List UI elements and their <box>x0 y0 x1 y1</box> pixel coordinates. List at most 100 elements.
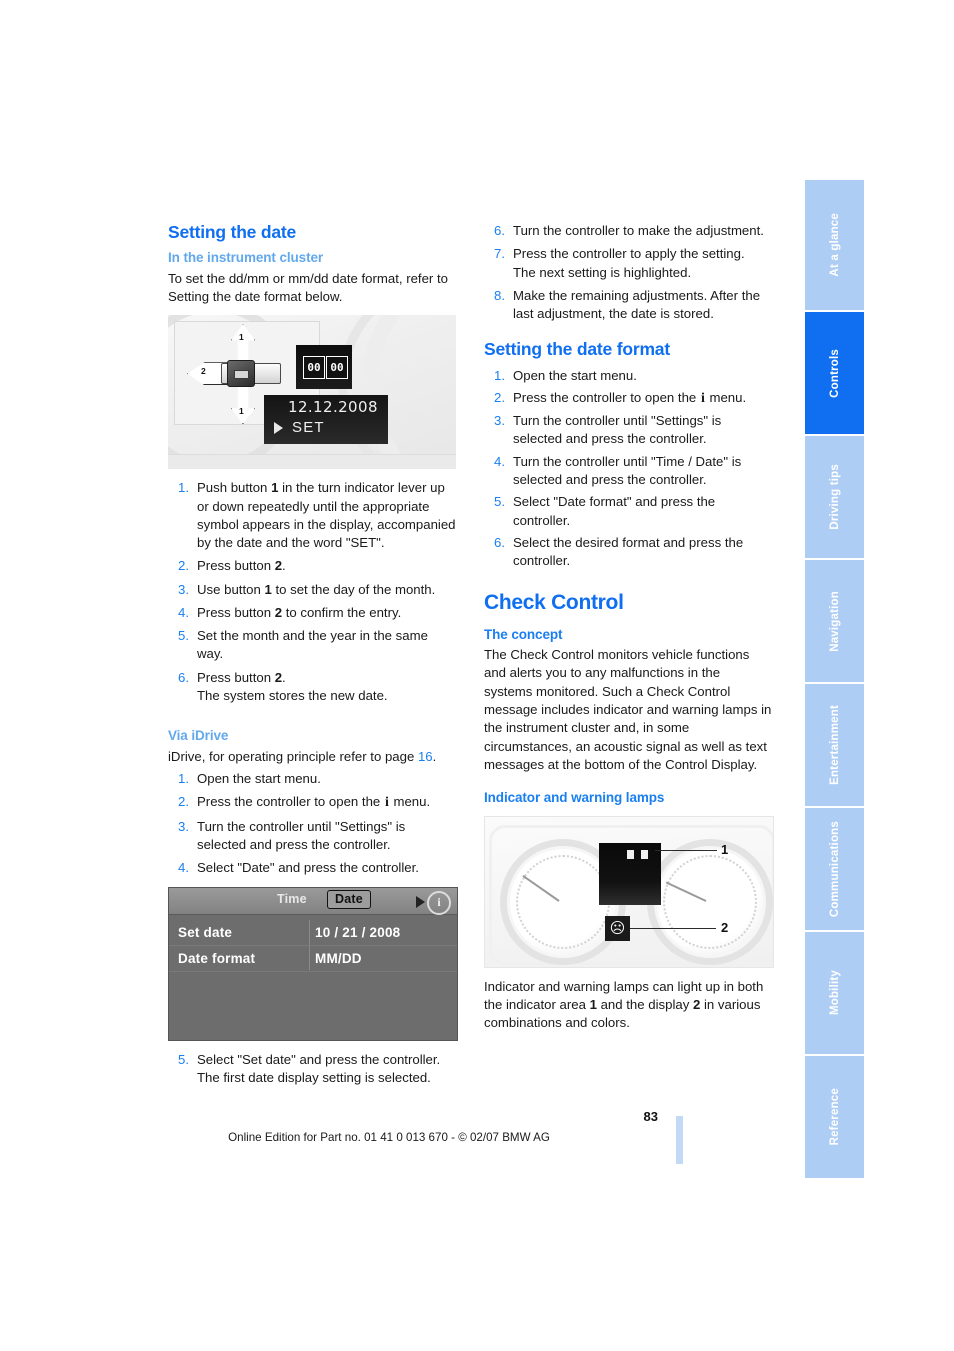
arrow-down-icon <box>231 382 255 425</box>
sidebar-tab-communications[interactable]: Communications <box>805 808 864 930</box>
indicator-lamp-a-icon <box>627 849 634 859</box>
steps-idrive-cont-list: 5. Select "Set date" and press the contro… <box>168 1051 456 1088</box>
list-item-number: 5. <box>494 494 505 510</box>
list-item: 6. Select the desired format and press th… <box>484 534 772 571</box>
intro-paragraph: To set the dd/mm or mm/dd date format, r… <box>168 270 448 304</box>
list-item: 2. Press button 2. <box>168 557 456 575</box>
info-icon[interactable]: i <box>427 890 451 915</box>
callout-2-lever: 2 <box>201 366 206 377</box>
list-item-number: 1. <box>178 771 189 787</box>
list-item: 5. Select "Set date" and press the contro… <box>168 1051 456 1088</box>
cluster-base <box>168 454 456 470</box>
sidebar-tab-navigation[interactable]: Navigation <box>805 560 864 682</box>
list-item-text: Press the controller to open the i menu. <box>513 389 747 406</box>
sidebar-tab-at-a-glance[interactable]: At a glance <box>805 180 864 310</box>
indicator-lamp-b-icon <box>641 849 648 859</box>
list-item-number: 6. <box>494 223 505 238</box>
idrive-row[interactable]: Date format MM/DD <box>169 946 457 972</box>
steps-cluster-list: 1. Push button 1 in the turn indicator le… <box>168 479 456 705</box>
list-item: 1. Open the start menu. <box>484 367 772 385</box>
idrive-row-list: Set date 10 / 21 / 2008 Date format MM/DD <box>169 915 457 972</box>
list-item-text: Press button 2 to confirm the entry. <box>197 604 402 620</box>
lever-button-knob <box>227 360 255 388</box>
page-title: Setting the date <box>168 222 297 242</box>
steps-idrive-list: 1. Open the start menu. 2. Press the contro… <box>168 770 456 878</box>
list-item: 4. Turn the controller until "Time / Date… <box>484 453 772 490</box>
list-item: 3. Turn the controller until "Settings" i… <box>484 412 772 449</box>
chevron-right-icon[interactable] <box>416 895 425 908</box>
list-item-text: Open the start menu. <box>513 367 637 383</box>
sidebar-tab-label: At a glance <box>828 213 841 277</box>
list-item-number: 4. <box>178 604 189 620</box>
subheading-the-concept: The concept <box>484 626 563 642</box>
list-item-text: Make the remaining adjustments. After th… <box>513 287 761 322</box>
page-number: 83 <box>643 1109 658 1124</box>
list-item-number: 3. <box>494 413 505 429</box>
tab-date-selected[interactable]: Date <box>327 889 371 909</box>
list-item-number: 3. <box>178 581 189 597</box>
segment-left: 00 <box>303 356 325 380</box>
list-item: 2. Press the controller to open the i men… <box>168 793 456 812</box>
list-item-number: 2. <box>494 389 505 405</box>
sidebar-tab-label: Communications <box>828 820 841 918</box>
heading-check-control: Check Control <box>484 591 624 615</box>
sidebar-tab-mobility[interactable]: Mobility <box>805 932 864 1054</box>
sidebar-tab-label: Driving tips <box>828 464 841 530</box>
list-item-text: Turn the controller until "Time / Date" … <box>513 453 742 488</box>
subheading-instrument-cluster: In the instrument cluster <box>168 250 324 266</box>
list-item-text: Press the controller to open the i menu. <box>197 794 431 811</box>
sidebar-tab-entertainment[interactable]: Entertainment <box>805 684 864 806</box>
list-item: 7. Press the controller to apply the sett… <box>484 245 772 282</box>
list-item-number: 2. <box>178 794 189 810</box>
tab-time[interactable]: Time <box>277 892 307 906</box>
list-item-text: Press button 2. The system stores the new… <box>197 669 388 704</box>
list-item: 1. Open the start menu. <box>168 770 456 788</box>
list-item-text: Open the start menu. <box>197 771 321 787</box>
idrive-row-value: 10 / 21 / 2008 <box>315 924 401 940</box>
idrive-row[interactable]: Set date 10 / 21 / 2008 <box>169 920 457 946</box>
sidebar-tab-label: Mobility <box>828 970 841 1016</box>
warning-lamp-icon: ☹ <box>605 915 630 941</box>
list-item-number: 4. <box>494 453 505 469</box>
sidebar-tab-reference[interactable]: Reference <box>805 1056 864 1178</box>
list-item: 4. Select "Date" and press the controller… <box>168 859 456 877</box>
subheading-indicator-warning-lamps: Indicator and warning lamps <box>484 790 665 806</box>
list-item: 5. Select "Date format" and press the con… <box>484 493 772 530</box>
segment-right: 00 <box>326 356 348 380</box>
idrive-intro-period: . <box>432 748 437 764</box>
callout-2-cluster: 2 <box>721 919 729 935</box>
list-item: 3. Use button 1 to set the day of the mon… <box>168 581 456 599</box>
list-item-number: 2. <box>178 558 189 574</box>
list-item-number: 5. <box>178 628 189 644</box>
sidebar-tab-driving-tips[interactable]: Driving tips <box>805 436 864 558</box>
list-item-number: 7. <box>494 246 505 262</box>
display-set-label: SET <box>292 419 325 437</box>
steps-date-format-list: 1. Open the start menu. 2. Press the contro… <box>484 367 772 571</box>
concept-paragraph: The Check Control monitors vehicle funct… <box>484 647 772 772</box>
list-item-text: Turn the controller to make the adjustme… <box>513 223 764 238</box>
list-item: 2. Press the controller to open the i men… <box>484 389 772 408</box>
list-item-number: 1. <box>178 480 189 496</box>
list-item-number: 6. <box>178 669 189 685</box>
gauge-right <box>647 838 773 965</box>
list-item: 6. Press button 2. The system stores the n… <box>168 669 456 706</box>
callout-1-cluster: 1 <box>721 841 729 857</box>
list-item-text: Select the desired format and press the … <box>513 534 744 569</box>
sidebar-tab-controls[interactable]: Controls <box>805 312 864 434</box>
heading-setting-date-format: Setting the date format <box>484 339 670 360</box>
figure-turn-indicator-lever: 1 1 2 00 00 12.12.2008 SET BMW <box>168 315 456 470</box>
page-reference-link[interactable]: 16 <box>418 749 433 764</box>
idrive-row-value: MM/DD <box>315 950 362 966</box>
list-item-text: Select "Date format" and press the contr… <box>513 494 716 528</box>
list-item-number: 4. <box>178 860 189 876</box>
footer: Online Edition for Part no. 01 41 0 013 … <box>0 1131 954 1144</box>
leader-line-1 <box>655 849 717 852</box>
cluster-date-display: 12.12.2008 SET <box>264 395 388 445</box>
leader-line-2 <box>630 927 716 930</box>
list-item: 3. Turn the controller until "Settings" i… <box>168 818 456 855</box>
lamps-caption: Indicator and warning lamps can light up… <box>484 978 764 1031</box>
sidebar-tab-label: Navigation <box>828 590 841 652</box>
figure-instrument-cluster: ☹ 1 2 BMW <box>484 815 774 968</box>
